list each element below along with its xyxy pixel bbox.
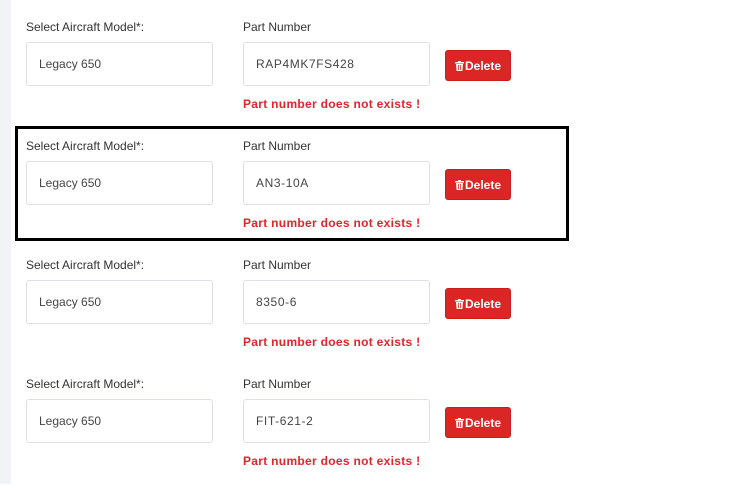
delete-button[interactable]: Delete bbox=[445, 288, 511, 319]
part-entry-row: Select Aircraft Model*: Legacy 650 Part … bbox=[0, 139, 729, 249]
aircraft-model-select[interactable]: Legacy 650 bbox=[26, 161, 213, 205]
aircraft-model-select[interactable]: Legacy 650 bbox=[26, 399, 213, 443]
part-error-message: Part number does not exists ! bbox=[243, 97, 421, 111]
part-number-label: Part Number bbox=[243, 139, 312, 153]
part-number-input[interactable]: FIT-621-2 bbox=[243, 399, 430, 443]
delete-button[interactable]: Delete bbox=[445, 169, 511, 200]
part-number-input[interactable]: RAP4MK7FS428 bbox=[243, 42, 430, 86]
delete-button-label: Delete bbox=[464, 296, 502, 311]
delete-button-label: Delete bbox=[464, 58, 502, 73]
aircraft-model-select[interactable]: Legacy 650 bbox=[26, 42, 213, 86]
aircraft-model-select[interactable]: Legacy 650 bbox=[26, 280, 213, 324]
part-number-label: Part Number bbox=[243, 20, 312, 34]
part-error-message: Part number does not exists ! bbox=[243, 216, 421, 230]
delete-button-label: Delete bbox=[464, 415, 502, 430]
trash-icon bbox=[454, 298, 464, 309]
part-number-label: Part Number bbox=[243, 377, 312, 391]
part-error-message: Part number does not exists ! bbox=[243, 335, 421, 349]
part-error-message: Part number does not exists ! bbox=[243, 454, 421, 468]
aircraft-model-label: Select Aircraft Model*: bbox=[26, 139, 145, 153]
trash-icon bbox=[454, 60, 464, 71]
part-entry-row: Select Aircraft Model*: Legacy 650 Part … bbox=[0, 20, 729, 130]
delete-button[interactable]: Delete bbox=[445, 50, 511, 81]
delete-button-label: Delete bbox=[464, 177, 502, 192]
part-entry-row: Select Aircraft Model*: Legacy 650 Part … bbox=[0, 377, 729, 487]
part-number-label: Part Number bbox=[243, 258, 312, 272]
aircraft-model-label: Select Aircraft Model*: bbox=[26, 258, 145, 272]
part-number-input[interactable]: AN3-10A bbox=[243, 161, 430, 205]
delete-button[interactable]: Delete bbox=[445, 407, 511, 438]
aircraft-model-label: Select Aircraft Model*: bbox=[26, 377, 145, 391]
trash-icon bbox=[454, 179, 464, 190]
trash-icon bbox=[454, 417, 464, 428]
part-entry-row: Select Aircraft Model*: Legacy 650 Part … bbox=[0, 258, 729, 368]
part-number-input[interactable]: 8350-6 bbox=[243, 280, 430, 324]
aircraft-model-label: Select Aircraft Model*: bbox=[26, 20, 145, 34]
